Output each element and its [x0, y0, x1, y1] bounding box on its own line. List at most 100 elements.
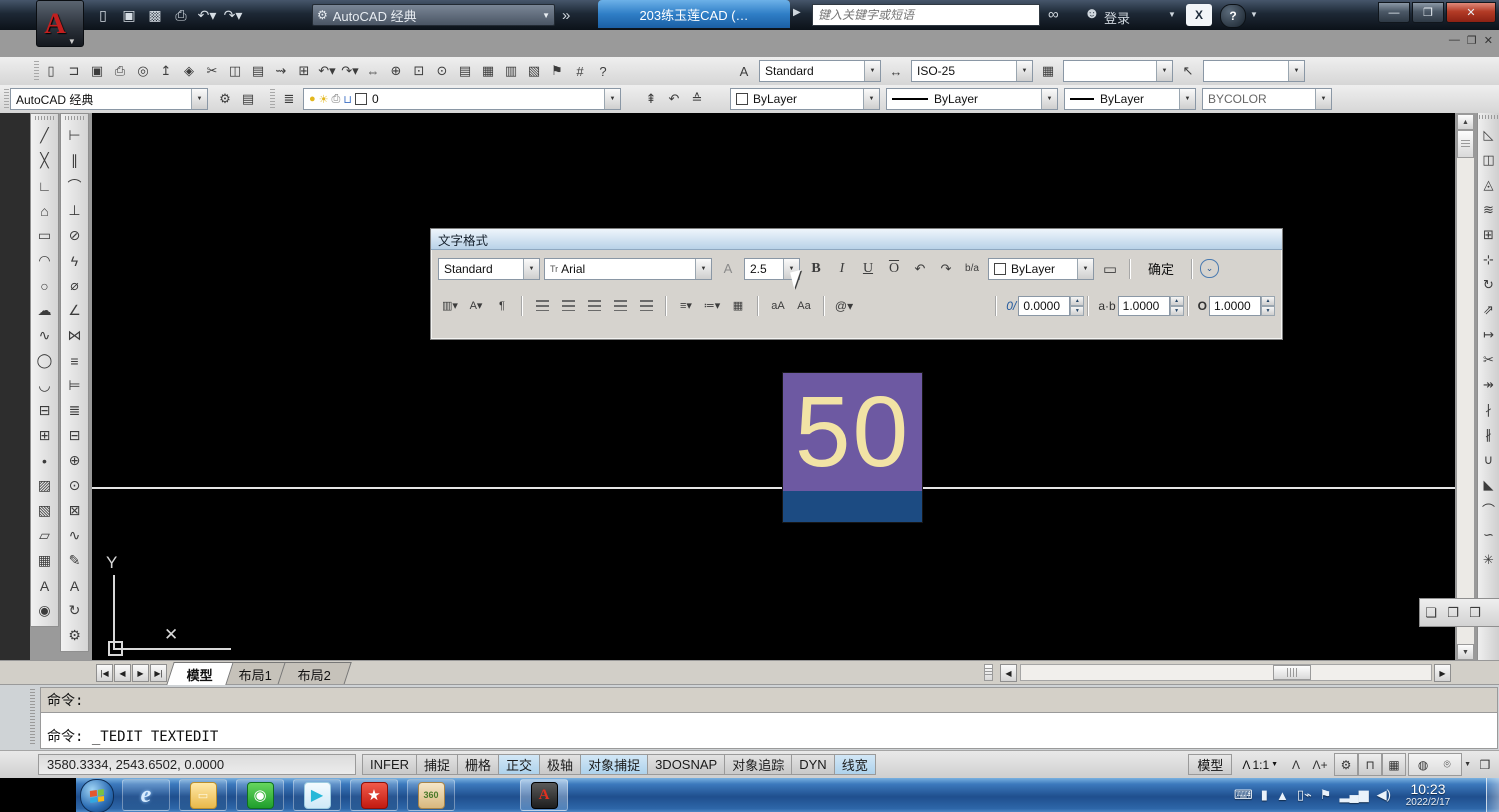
properties-icon[interactable]: ▤: [454, 60, 476, 82]
drawing-canvas[interactable]: 50 Y ✕: [92, 113, 1455, 660]
coordinates-readout[interactable]: 3580.3334, 2543.6502, 0.0000: [38, 754, 356, 775]
mtext-justification-button[interactable]: A▾: [464, 294, 488, 318]
line-spacing-button[interactable]: ≡▾: [674, 294, 698, 318]
mtext-editor-box[interactable]: 50: [782, 372, 923, 523]
tracking-field[interactable]: 1.0000: [1118, 296, 1170, 316]
autocad-taskbar-button[interactable]: A: [520, 779, 568, 811]
oblique-angle-field[interactable]: 0.0000: [1018, 296, 1070, 316]
vertical-scrollbar[interactable]: ▲ ▼: [1456, 113, 1475, 662]
hatch-icon[interactable]: ▨: [33, 473, 57, 498]
undo-icon[interactable]: ↶: [908, 257, 932, 281]
align-distribute-button[interactable]: [634, 294, 658, 318]
dim-linear-icon[interactable]: ⊢: [63, 123, 87, 148]
search-binoculars-icon[interactable]: ∞: [1048, 6, 1059, 23]
columns-button[interactable]: ▥▾: [438, 294, 462, 318]
model-space-button[interactable]: 模型: [1188, 754, 1232, 775]
hardware-acceleration-icon[interactable]: ▦: [1382, 753, 1406, 776]
video-player-icon[interactable]: ▶: [293, 779, 341, 811]
chevron-down-icon[interactable]: ▼: [863, 89, 879, 109]
prev-tab-button[interactable]: ◀: [114, 664, 131, 682]
chevron-down-icon[interactable]: ▼: [1168, 10, 1176, 19]
scroll-right-button[interactable]: ▶: [1434, 664, 1451, 682]
tab-splitter-grip[interactable]: [984, 664, 993, 681]
ok-button[interactable]: 确定: [1138, 258, 1184, 280]
offset-icon[interactable]: ≋: [1478, 197, 1499, 222]
command-history[interactable]: 命令:: [40, 687, 1498, 713]
minimize-button[interactable]: —: [1378, 2, 1410, 23]
uppercase-button[interactable]: aA: [766, 294, 790, 318]
annotative-button[interactable]: A: [716, 257, 740, 281]
help-icon[interactable]: ?: [592, 60, 614, 82]
last-tab-button[interactable]: ▶|: [150, 664, 167, 682]
text-style-combo[interactable]: Standard ▼: [759, 60, 881, 82]
annotation-visibility-icon[interactable]: Λ: [1284, 753, 1308, 776]
volume-icon[interactable]: ◀): [1377, 787, 1391, 803]
tolerance-icon[interactable]: ⊕: [63, 448, 87, 473]
chevron-down-icon[interactable]: ▼: [1077, 259, 1093, 279]
chevron-down-icon[interactable]: ▼: [1464, 761, 1471, 768]
new-file-icon[interactable]: ▯: [40, 60, 62, 82]
region-icon[interactable]: ▱: [33, 523, 57, 548]
dlg-style-combo[interactable]: Standard ▼: [438, 258, 540, 280]
layer-states-icon[interactable]: ≙: [686, 88, 708, 110]
ruler-toggle-button[interactable]: ▭: [1098, 257, 1122, 281]
ellipse-arc-icon[interactable]: ◡: [33, 373, 57, 398]
search-input[interactable]: [813, 5, 1049, 25]
array-icon[interactable]: ⊞: [1478, 222, 1499, 247]
help-button[interactable]: ?: [1220, 4, 1246, 28]
layer-properties-icon[interactable]: ≣: [278, 88, 300, 110]
battery-icon[interactable]: ▯⌁: [1297, 787, 1312, 803]
point-icon[interactable]: •: [33, 448, 57, 473]
layer-lock-icon[interactable]: ⊔: [343, 93, 352, 106]
mleader-style-combo[interactable]: ▼: [1203, 60, 1305, 82]
lowercase-button[interactable]: Aa: [792, 294, 816, 318]
chevron-down-icon[interactable]: ▼: [1041, 89, 1057, 109]
extend-icon[interactable]: ↠: [1478, 372, 1499, 397]
mtext-edit-area[interactable]: 50: [783, 373, 922, 491]
ie-icon[interactable]: e: [122, 779, 170, 811]
tab-layout2[interactable]: 布局2: [278, 662, 353, 685]
annotation-scale-button[interactable]: Λ 1:1 ▼: [1238, 754, 1282, 775]
command-window-grip[interactable]: [30, 689, 35, 745]
star-app-icon[interactable]: ★: [350, 779, 398, 811]
color-combo[interactable]: ByLayer ▼: [730, 88, 880, 110]
chevron-down-icon[interactable]: ▼: [604, 89, 620, 109]
symbol-button[interactable]: @▾: [832, 294, 856, 318]
toolbar-grip[interactable]: [35, 116, 54, 120]
scroll-left-button[interactable]: ◀: [1000, 664, 1017, 682]
dlg-color-combo[interactable]: ByLayer ▼: [988, 258, 1094, 280]
width-factor-field[interactable]: 1.0000: [1209, 296, 1261, 316]
erase-icon[interactable]: ◺: [1478, 122, 1499, 147]
overline-button[interactable]: O: [882, 257, 906, 281]
toggle-dyn[interactable]: DYN: [791, 754, 834, 775]
quick-dimension-icon[interactable]: ⋈: [63, 323, 87, 348]
copy-clip-icon[interactable]: ◫: [224, 60, 246, 82]
command-input[interactable]: 命令: _TEDIT TEXTEDIT: [40, 713, 1498, 749]
align-right-button[interactable]: [582, 294, 606, 318]
dim-baseline-icon[interactable]: ≡: [63, 348, 87, 373]
dim-inspect-icon[interactable]: ⊠: [63, 498, 87, 523]
toolbar-grip[interactable]: [1479, 115, 1498, 119]
scale-icon[interactable]: ⇗: [1478, 297, 1499, 322]
scroll-up-button[interactable]: ▲: [1457, 114, 1474, 130]
explode-icon[interactable]: ✳: [1478, 547, 1499, 572]
workspace-settings-icon[interactable]: ⚙: [214, 88, 236, 110]
chevron-down-icon[interactable]: ▼: [1315, 89, 1331, 109]
dim-radius-icon[interactable]: ⊘: [63, 223, 87, 248]
dim-angular-icon[interactable]: ∠: [63, 298, 87, 323]
dim-style-combo[interactable]: ISO-25 ▼: [911, 60, 1033, 82]
chevron-down-icon[interactable]: ▼: [523, 259, 539, 279]
copy-icon[interactable]: ◫: [1478, 147, 1499, 172]
redo-icon[interactable]: ↷▾: [339, 60, 361, 82]
center-mark-icon[interactable]: ⊙: [63, 473, 87, 498]
make-object-layer-current-icon[interactable]: ⇞: [640, 88, 662, 110]
dim-text-edit-icon[interactable]: A: [63, 573, 87, 598]
polyline-icon[interactable]: ∟: [33, 173, 57, 198]
chevron-down-icon[interactable]: ▼: [1156, 61, 1172, 81]
dim-break-icon[interactable]: ⊟: [63, 423, 87, 448]
donut-icon[interactable]: ◉: [33, 598, 57, 623]
bring-above-icon[interactable]: ❒: [1464, 602, 1486, 624]
dim-style-icon[interactable]: ⚙: [63, 623, 87, 648]
undo-icon[interactable]: ↶▾: [316, 60, 338, 82]
pan-icon[interactable]: ⇔: [362, 60, 384, 82]
